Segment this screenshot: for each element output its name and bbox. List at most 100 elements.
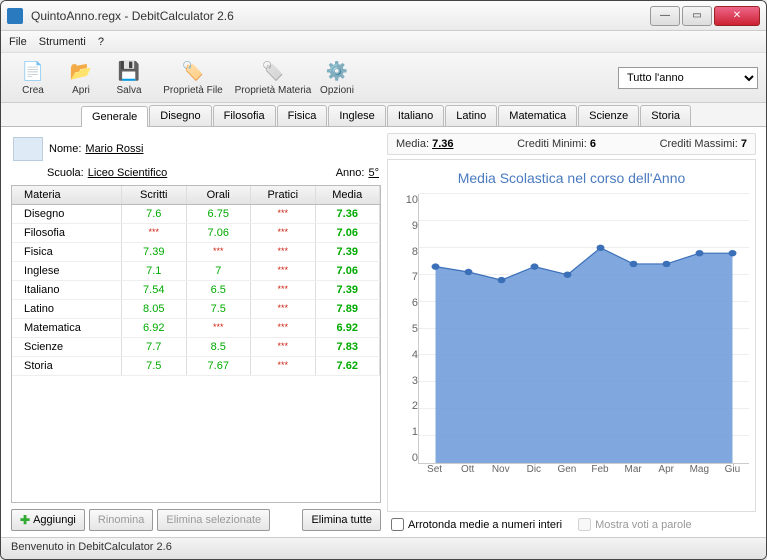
cell-pratici: *** — [251, 205, 316, 223]
cell-materia: Fisica — [12, 243, 122, 261]
rinomina-button[interactable]: Rinomina — [89, 509, 153, 531]
cell-pratici: *** — [251, 243, 316, 261]
header-orali[interactable]: Orali — [187, 186, 252, 204]
tab-inglese[interactable]: Inglese — [328, 105, 385, 126]
tab-generale[interactable]: Generale — [81, 106, 148, 127]
proprieta-file-button[interactable]: 🏷️Proprietà File — [153, 59, 233, 96]
cell-orali: 7.67 — [187, 357, 252, 375]
elimina-tutte-button[interactable]: Elimina tutte — [302, 509, 381, 531]
table-row[interactable]: Storia7.57.67***7.62 — [12, 357, 380, 376]
minimize-button[interactable]: — — [650, 6, 680, 26]
grid-header: Materia Scritti Orali Pratici Media — [12, 186, 380, 205]
table-row[interactable]: Italiano7.546.5***7.39 — [12, 281, 380, 300]
new-file-icon: 📄 — [21, 59, 45, 83]
aggiungi-button[interactable]: ✚Aggiungi — [11, 509, 85, 531]
gear-icon: ⚙️ — [325, 59, 349, 83]
cell-pratici: *** — [251, 338, 316, 356]
cell-scritti: 7.1 — [122, 262, 187, 280]
maximize-button[interactable]: ▭ — [682, 6, 712, 26]
left-panel: Nome: Mario Rossi Scuola: Liceo Scientif… — [11, 133, 381, 531]
opzioni-button[interactable]: ⚙️Opzioni — [313, 59, 361, 96]
table-row[interactable]: Scienze7.78.5***7.83 — [12, 338, 380, 357]
cell-media: 7.36 — [316, 205, 381, 223]
cell-media: 7.83 — [316, 338, 381, 356]
table-row[interactable]: Matematica6.92******6.92 — [12, 319, 380, 338]
menu-file[interactable]: File — [9, 36, 27, 48]
menubar: File Strumenti ? — [1, 31, 766, 53]
elimina-selezionate-button[interactable]: Elimina selezionate — [157, 509, 270, 531]
cell-scritti: 6.92 — [122, 319, 187, 337]
table-row[interactable]: Inglese7.17***7.06 — [12, 262, 380, 281]
cell-orali: 7.06 — [187, 224, 252, 242]
header-scritti[interactable]: Scritti — [122, 186, 187, 204]
cell-orali: *** — [187, 243, 252, 261]
open-folder-icon: 📂 — [69, 59, 93, 83]
window-title: QuintoAnno.regx - DebitCalculator 2.6 — [27, 9, 648, 23]
cell-pratici: *** — [251, 300, 316, 318]
apri-button[interactable]: 📂Apri — [57, 59, 105, 96]
header-materia[interactable]: Materia — [12, 186, 122, 204]
scuola-label: Scuola: — [47, 167, 84, 179]
cell-pratici: *** — [251, 281, 316, 299]
chart-container: Media Scolastica nel corso dell'Anno 109… — [387, 159, 756, 512]
titlebar: QuintoAnno.regx - DebitCalculator 2.6 — … — [1, 1, 766, 31]
menu-help[interactable]: ? — [98, 36, 104, 48]
tab-latino[interactable]: Latino — [445, 105, 497, 126]
cell-orali: *** — [187, 319, 252, 337]
chart-plot — [418, 194, 749, 464]
tab-italiano[interactable]: Italiano — [387, 105, 444, 126]
cell-orali: 7 — [187, 262, 252, 280]
cell-media: 7.39 — [316, 281, 381, 299]
cell-media: 7.89 — [316, 300, 381, 318]
cell-pratici: *** — [251, 262, 316, 280]
tab-scienze[interactable]: Scienze — [578, 105, 639, 126]
cell-scritti: 7.39 — [122, 243, 187, 261]
cell-scritti: *** — [122, 224, 187, 242]
nome-label: Nome: — [49, 143, 81, 155]
save-icon: 💾 — [117, 59, 141, 83]
tab-disegno[interactable]: Disegno — [149, 105, 211, 126]
cell-materia: Storia — [12, 357, 122, 375]
stats-row: Media: 7.36 Crediti Minimi: 6 Crediti Ma… — [387, 133, 756, 155]
cell-pratici: *** — [251, 319, 316, 337]
grades-grid: Materia Scritti Orali Pratici Media Dise… — [11, 185, 381, 503]
close-button[interactable]: ✕ — [714, 6, 760, 26]
salva-button[interactable]: 💾Salva — [105, 59, 153, 96]
crea-button[interactable]: 📄Crea — [9, 59, 57, 96]
header-media[interactable]: Media — [316, 186, 381, 204]
period-select[interactable]: Tutto l'anno — [618, 67, 758, 89]
cell-materia: Disegno — [12, 205, 122, 223]
tab-matematica[interactable]: Matematica — [498, 105, 577, 126]
tab-storia[interactable]: Storia — [640, 105, 691, 126]
menu-strumenti[interactable]: Strumenti — [39, 36, 86, 48]
cell-materia: Latino — [12, 300, 122, 318]
table-row[interactable]: Fisica7.39******7.39 — [12, 243, 380, 262]
arrotonda-checkbox[interactable]: Arrotonda medie a numeri interi — [391, 518, 562, 531]
table-row[interactable]: Disegno7.66.75***7.36 — [12, 205, 380, 224]
tab-fisica[interactable]: Fisica — [277, 105, 328, 126]
tag-icon: 🏷️ — [181, 59, 205, 83]
cell-media: 7.62 — [316, 357, 381, 375]
table-row[interactable]: Latino8.057.5***7.89 — [12, 300, 380, 319]
tag-gray-icon: 🏷️ — [261, 59, 285, 83]
cell-materia: Italiano — [12, 281, 122, 299]
cell-materia: Inglese — [12, 262, 122, 280]
chart-xaxis: SetOttNovDicGenFebMarAprMagGiu — [418, 464, 749, 484]
avatar-icon — [13, 137, 43, 161]
toolbar: 📄Crea 📂Apri 💾Salva 🏷️Proprietà File 🏷️Pr… — [1, 53, 766, 103]
cell-materia: Scienze — [12, 338, 122, 356]
cell-media: 6.92 — [316, 319, 381, 337]
header-pratici[interactable]: Pratici — [251, 186, 316, 204]
tab-filosofia[interactable]: Filosofia — [213, 105, 276, 126]
cell-pratici: *** — [251, 224, 316, 242]
anno-label: Anno: — [336, 167, 365, 179]
anno-value: 5° — [368, 167, 379, 179]
crediti-max-label: Crediti Massimi: — [660, 138, 738, 150]
parole-checkbox[interactable]: Mostra voti a parole — [578, 518, 692, 531]
nome-value: Mario Rossi — [85, 143, 143, 155]
proprieta-materia-button[interactable]: 🏷️Proprietà Materia — [233, 59, 313, 96]
cell-pratici: *** — [251, 357, 316, 375]
cell-scritti: 7.7 — [122, 338, 187, 356]
cell-media: 7.06 — [316, 262, 381, 280]
table-row[interactable]: Filosofia***7.06***7.06 — [12, 224, 380, 243]
